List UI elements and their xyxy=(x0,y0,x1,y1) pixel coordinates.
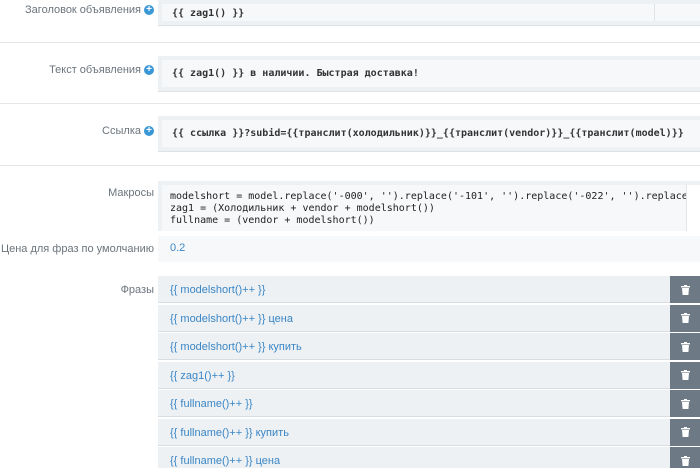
macros-label-text: Макросы xyxy=(108,187,154,199)
macro-line: fullname = (vendor + modelshort()) xyxy=(170,215,375,226)
phrase-row[interactable]: {{ fullname()++ }} купить xyxy=(158,418,700,446)
phrase-row[interactable]: {{ modelshort()++ }} купить xyxy=(158,333,700,360)
title-value: {{ zag1() }} xyxy=(172,8,245,19)
phrase-text: {{ fullname()++ }} xyxy=(170,398,253,410)
ad-text-label: Текст объявления + xyxy=(49,64,154,76)
plus-circle-icon[interactable]: + xyxy=(144,5,154,15)
delete-phrase-button[interactable] xyxy=(670,333,700,360)
macros-editor[interactable]: modelshort = model.replace('-000', '').r… xyxy=(158,181,700,231)
trash-icon xyxy=(680,341,690,352)
title-label-text: Заголовок объявления xyxy=(25,4,141,16)
phrase-text: {{ modelshort()++ }} цена xyxy=(170,312,293,325)
macro-line: zag1 = (Холодильник + vendor + modelshor… xyxy=(170,203,435,214)
trash-icon xyxy=(680,313,690,323)
trash-icon xyxy=(680,427,690,437)
ad-text-field[interactable]: {{ zag1() }} в наличии. Быстрая доставка… xyxy=(158,56,700,92)
ad-text-label-text: Текст объявления xyxy=(49,64,141,76)
phrase-text: {{ fullname()++ }} цена xyxy=(170,455,281,467)
link-label: Ссылка + xyxy=(102,125,154,137)
link-field[interactable]: {{ ссылка }}?subid={{транслит(холодильни… xyxy=(158,116,700,152)
phrases-label-text: Фразы xyxy=(120,284,154,296)
phrase-row[interactable]: {{ fullname()++ }} цена xyxy=(158,447,700,468)
default-price-value: 0.2 xyxy=(170,242,186,254)
title-label: Заголовок объявления + xyxy=(25,4,154,16)
trash-icon xyxy=(680,370,690,380)
default-price-label-text: Цена для фраз по умолчанию xyxy=(0,243,154,255)
phrase-text: {{ fullname()++ }} купить xyxy=(170,426,289,439)
phrase-text: {{ zag1()++ }} xyxy=(170,369,235,382)
plus-circle-icon[interactable]: + xyxy=(144,65,154,75)
title-field[interactable]: {{ zag1() }} xyxy=(158,0,700,26)
phrases-label: Фразы xyxy=(121,284,154,296)
delete-phrase-button[interactable] xyxy=(670,418,700,446)
default-price-label: Цена для фраз по умолчанию xyxy=(1,243,154,255)
link-value: {{ ссылка }}?subid={{транслит(холодильни… xyxy=(172,128,684,139)
link-label-text: Ссылка xyxy=(102,125,141,137)
trash-icon xyxy=(680,284,690,295)
macro-line: modelshort = model.replace('-000', '').r… xyxy=(170,191,700,202)
phrase-text: {{ modelshort()++ }} купить xyxy=(170,341,302,353)
delete-phrase-button[interactable] xyxy=(670,276,700,303)
plus-circle-icon[interactable]: + xyxy=(144,126,154,136)
phrase-row[interactable]: {{ modelshort()++ }} xyxy=(158,276,700,303)
delete-phrase-button[interactable] xyxy=(670,361,700,389)
default-price-field[interactable]: 0.2 xyxy=(158,236,700,262)
delete-phrase-button[interactable] xyxy=(670,447,700,468)
macros-label: Макросы xyxy=(108,187,154,199)
phrase-row[interactable]: {{ zag1()++ }} xyxy=(158,361,700,389)
trash-icon xyxy=(680,398,690,409)
phrase-row[interactable]: {{ modelshort()++ }} цена xyxy=(158,304,700,332)
phrase-row[interactable]: {{ fullname()++ }} xyxy=(158,390,700,417)
trash-icon xyxy=(680,455,690,466)
phrase-text: {{ modelshort()++ }} xyxy=(170,284,266,296)
delete-phrase-button[interactable] xyxy=(670,304,700,332)
macros-scrollbar[interactable] xyxy=(686,185,700,231)
ad-text-value: {{ zag1() }} в наличии. Быстрая доставка… xyxy=(172,68,419,79)
delete-phrase-button[interactable] xyxy=(670,390,700,417)
